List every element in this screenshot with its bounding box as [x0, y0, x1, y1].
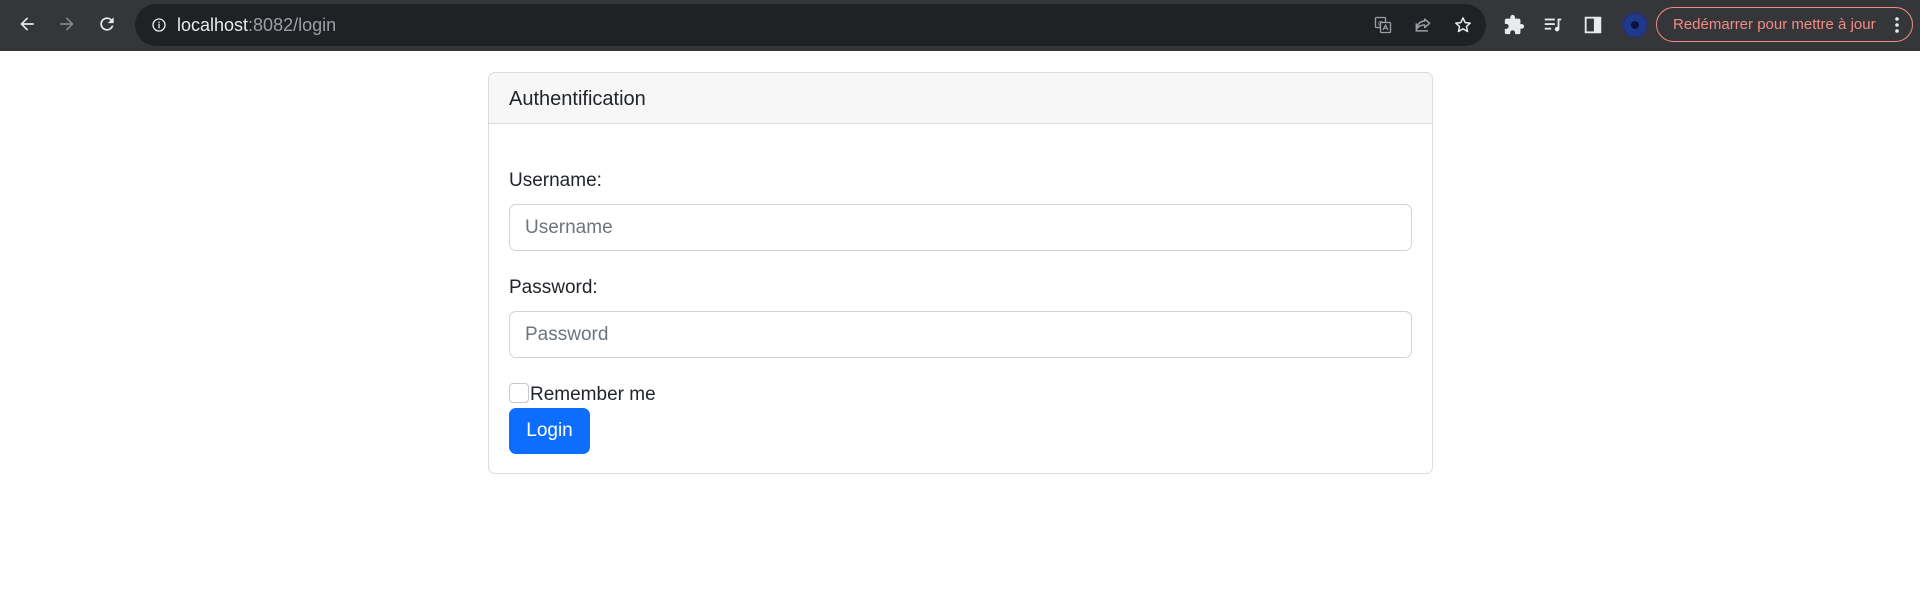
translate-icon: G — [1374, 16, 1392, 34]
url-path: :8082/login — [248, 15, 337, 35]
username-label: Username: — [509, 170, 602, 191]
reload-icon — [100, 17, 114, 31]
translate-button[interactable]: G — [1372, 14, 1394, 36]
info-icon — [152, 18, 166, 32]
update-button[interactable]: Redémarrer pour mettre à jour — [1656, 7, 1913, 42]
reading-list-button[interactable] — [1541, 13, 1565, 37]
card-title: Authentification — [509, 88, 646, 110]
side-panel-button[interactable] — [1581, 13, 1605, 37]
profile-avatar[interactable] — [1622, 12, 1648, 38]
star-icon — [1455, 17, 1471, 33]
share-button[interactable] — [1412, 14, 1434, 36]
reload-button[interactable] — [90, 9, 124, 39]
arrow-right-icon — [60, 17, 74, 31]
kebab-menu-icon — [1895, 17, 1899, 33]
side-panel-icon — [1584, 16, 1602, 34]
forward-button[interactable] — [50, 9, 84, 39]
password-input[interactable] — [509, 311, 1412, 358]
login-button[interactable]: Login — [509, 408, 590, 454]
back-button[interactable] — [10, 9, 44, 39]
bookmark-button[interactable] — [1452, 14, 1474, 36]
share-icon — [1415, 18, 1431, 32]
reading-list-icon — [1544, 18, 1562, 32]
browser-menu-button[interactable] — [1888, 15, 1906, 35]
update-button-label: Redémarrer pour mettre à jour — [1673, 16, 1876, 33]
site-info-button[interactable] — [149, 15, 169, 35]
login-card: Authentification Username: Password: Rem… — [488, 72, 1433, 474]
url-host: localhost — [177, 15, 249, 35]
extensions-button[interactable] — [1502, 13, 1526, 37]
remember-me-label: Remember me — [530, 384, 656, 405]
password-label: Password: — [509, 277, 598, 298]
arrow-left-icon — [20, 17, 34, 31]
puzzle-icon — [1504, 14, 1525, 35]
username-input[interactable] — [509, 204, 1412, 251]
address-bar[interactable]: localhost:8082/login G — [135, 4, 1486, 46]
card-header: Authentification — [489, 73, 1432, 124]
url-text: localhost:8082/login — [177, 15, 336, 35]
browser-toolbar: localhost:8082/login G Redémarrer pour m… — [0, 0, 1920, 51]
remember-me-checkbox[interactable] — [509, 383, 529, 403]
